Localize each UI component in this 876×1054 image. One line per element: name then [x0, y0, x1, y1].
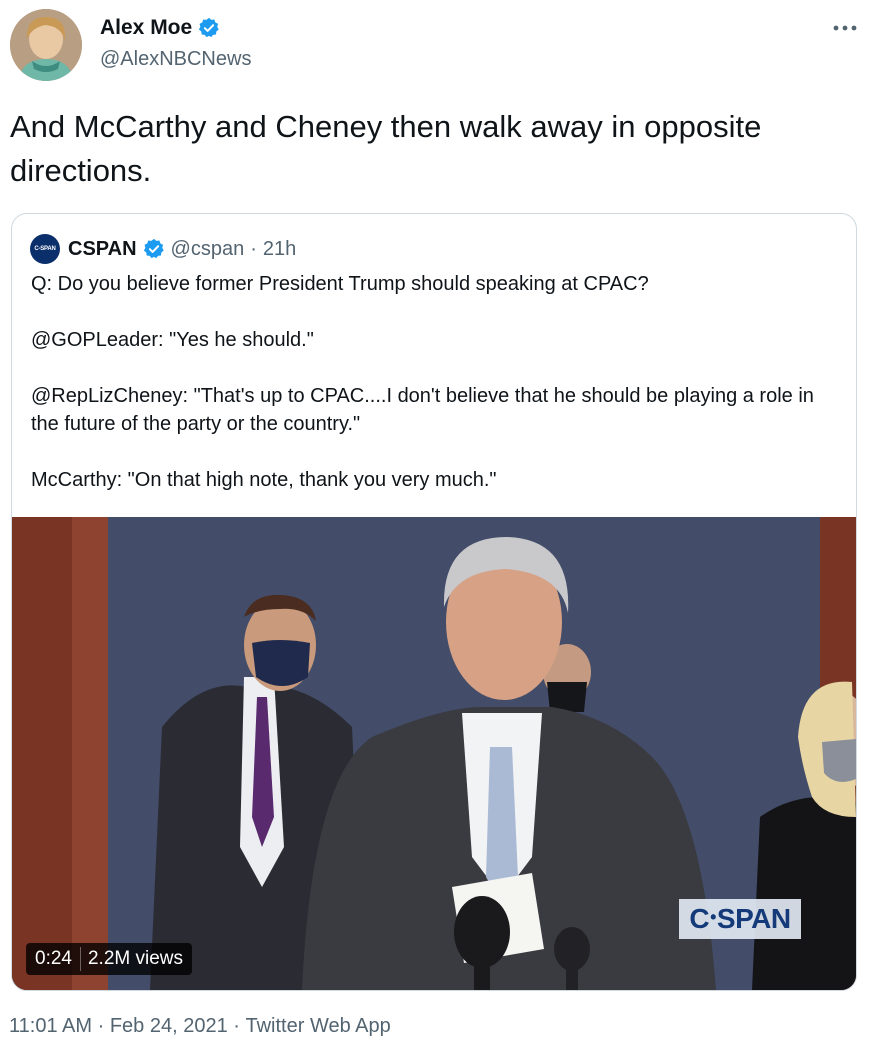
- author-display-name[interactable]: Alex Moe: [100, 16, 192, 40]
- video-view-count: 2.2M views: [87, 948, 184, 969]
- cspan-watermark: C • SPAN: [679, 899, 801, 939]
- quoted-paragraph: @GOPLeader: "Yes he should.": [31, 329, 314, 351]
- quoted-tweet-card[interactable]: C-SPAN CSPAN @cspan · 21h Q: Do you beli…: [11, 213, 857, 991]
- verified-badge-icon: [143, 238, 164, 259]
- quoted-paragraph: Q: Do you believe former President Trump…: [31, 273, 649, 295]
- quoted-display-name: CSPAN: [68, 237, 137, 260]
- avatar[interactable]: [10, 9, 82, 81]
- footer-separator: ·: [233, 1015, 240, 1038]
- more-options-button[interactable]: [830, 16, 860, 40]
- video-info-badge: 0:24 2.2M views: [26, 943, 193, 975]
- tweet-date[interactable]: Feb 24, 2021: [110, 1015, 228, 1037]
- tweet-source[interactable]: Twitter Web App: [246, 1015, 391, 1037]
- tweet-footer: 11:01 AM · Feb 24, 2021 · Twitter Web Ap…: [9, 1015, 391, 1038]
- footer-separator: ·: [97, 1015, 105, 1038]
- watermark-c: C: [689, 903, 710, 934]
- more-horizontal-icon: [833, 25, 857, 31]
- quoted-tweet-text: Q: Do you believe former President Trump…: [31, 270, 841, 522]
- separator-dot: ·: [250, 237, 257, 260]
- quoted-paragraph: @RepLizCheney: "That's up to CPAC....I d…: [31, 385, 814, 435]
- tweet-header: Alex Moe @AlexNBCNews: [0, 0, 876, 95]
- video-player[interactable]: C • SPAN 0:24 2.2M views: [12, 517, 856, 990]
- quoted-paragraph: McCarthy: "On that high note, thank you …: [31, 469, 497, 491]
- quoted-handle: @cspan: [170, 237, 245, 260]
- tweet-time[interactable]: 11:01 AM: [9, 1015, 92, 1037]
- avatar-image: [10, 9, 82, 81]
- verified-badge-icon: [199, 17, 219, 38]
- tweet-text: And McCarthy and Cheney then walk away i…: [10, 109, 762, 188]
- video-duration: 0:24: [35, 948, 72, 969]
- watermark-span: SPAN: [716, 903, 791, 934]
- quoted-timestamp: 21h: [262, 237, 297, 260]
- quoted-tweet-header: C-SPAN CSPAN @cspan · 21h: [30, 234, 296, 264]
- author-handle[interactable]: @AlexNBCNews: [100, 48, 251, 71]
- watermark-dot: •: [710, 906, 716, 927]
- cspan-avatar: C-SPAN: [30, 234, 60, 264]
- author-name-row: Alex Moe: [100, 16, 220, 40]
